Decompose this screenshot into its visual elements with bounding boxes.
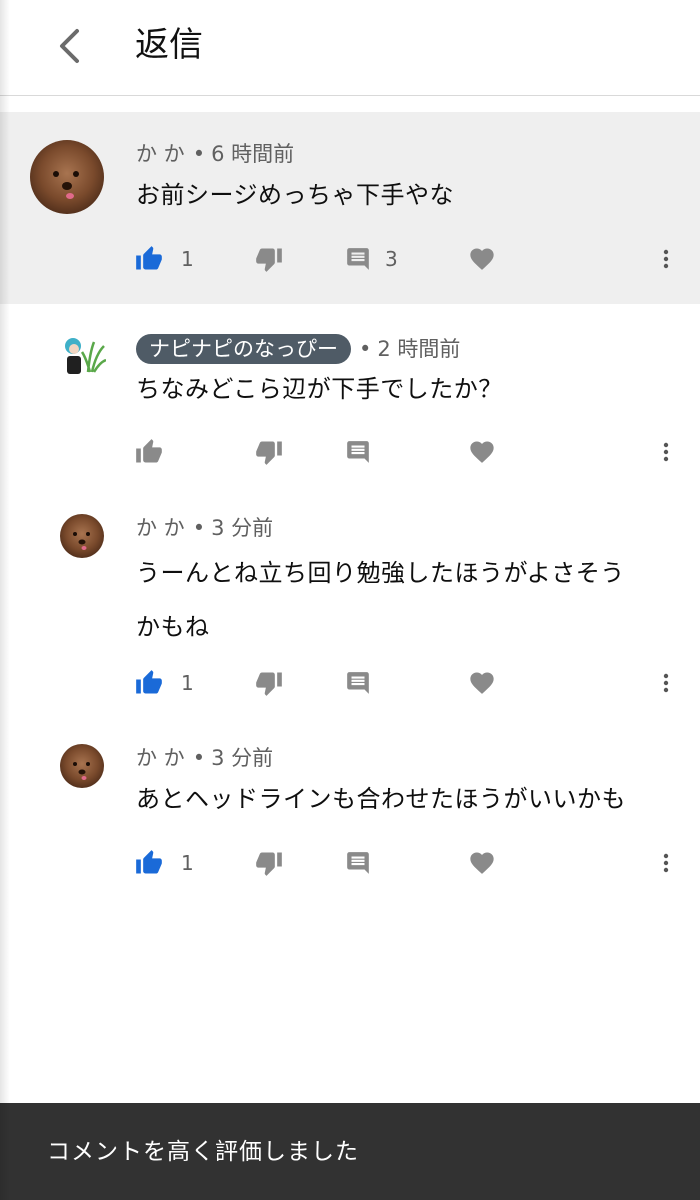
heart-icon — [468, 849, 496, 877]
separator: • — [359, 337, 372, 361]
timestamp: 6 時間前 — [211, 142, 295, 166]
comment-text-line: あとヘッドラインも合わせたほうがいいかも — [136, 785, 626, 813]
thumbs-down-icon — [255, 245, 283, 273]
reply-button[interactable] — [345, 432, 371, 472]
reply-item: か か • 3 分前 うーんとね立ち回り勉強したほうがよさそう かもね 1 — [0, 494, 700, 734]
thumbs-up-icon — [135, 438, 163, 466]
comment-text: あとヘッドラインも合わせたほうがいいかも — [136, 776, 676, 822]
heart-icon — [468, 245, 496, 273]
more-vert-icon — [654, 438, 678, 466]
reply-count: 3 — [385, 247, 398, 271]
comment-text-line: お前シージめっちゃ下手やな — [136, 181, 455, 209]
timestamp: 3 分前 — [211, 746, 274, 770]
reply-button[interactable] — [345, 663, 371, 703]
author-name[interactable]: か か — [136, 139, 185, 169]
like-count: 1 — [181, 851, 194, 875]
arrow-back-icon — [60, 29, 79, 63]
header: 返信 — [0, 0, 700, 96]
page-title: 返信 — [135, 25, 203, 65]
author-name[interactable]: か か — [136, 513, 185, 543]
dislike-button[interactable] — [255, 239, 283, 279]
like-button[interactable] — [135, 432, 163, 472]
comment-text-line: ちなみどこら辺が下手でしたか？ — [136, 375, 503, 403]
heart-button[interactable] — [468, 663, 496, 703]
comment-meta: か か • 3 分前 — [136, 513, 273, 543]
comment-icon — [345, 670, 371, 696]
action-bar: 1 3 — [0, 239, 700, 279]
snackbar: コメントを高く評価しました — [0, 1103, 700, 1200]
author-name-chip[interactable]: ナピナピのなっぴー — [136, 334, 351, 364]
like-button[interactable]: 1 — [135, 239, 194, 279]
more-vert-icon — [654, 669, 678, 697]
heart-icon — [468, 438, 496, 466]
comment-text: ちなみどこら辺が下手でしたか？ — [136, 366, 676, 412]
action-bar: 1 — [0, 663, 700, 703]
comment-icon — [345, 439, 371, 465]
comment-meta: か か • 3 分前 — [136, 743, 273, 773]
thumbs-up-icon — [135, 245, 163, 273]
more-vert-icon — [654, 849, 678, 877]
comment-thread-top: か か • 6 時間前 お前シージめっちゃ下手やな 1 3 — [0, 112, 700, 304]
heart-button[interactable] — [468, 432, 496, 472]
timestamp: 2 時間前 — [377, 337, 461, 361]
avatar[interactable] — [60, 744, 104, 788]
avatar[interactable] — [60, 514, 104, 558]
more-options-button[interactable] — [652, 239, 680, 279]
like-button[interactable]: 1 — [135, 663, 194, 703]
dislike-button[interactable] — [255, 663, 283, 703]
thumbs-up-icon — [135, 849, 163, 877]
avatar[interactable] — [60, 332, 107, 378]
more-options-button[interactable] — [652, 663, 680, 703]
timestamp: 3 分前 — [211, 516, 274, 540]
heart-button[interactable] — [468, 843, 496, 883]
thumbs-down-icon — [255, 438, 283, 466]
heart-icon — [468, 669, 496, 697]
like-count: 1 — [181, 671, 194, 695]
more-vert-icon — [654, 245, 678, 273]
like-button[interactable]: 1 — [135, 843, 194, 883]
comment-text: お前シージめっちゃ下手やな — [136, 172, 676, 218]
separator: • — [192, 142, 206, 166]
reply-button[interactable]: 3 — [345, 239, 398, 279]
more-options-button[interactable] — [652, 432, 680, 472]
comment-icon — [345, 246, 371, 272]
heart-button[interactable] — [468, 239, 496, 279]
action-bar — [0, 432, 700, 472]
comment-icon — [345, 850, 371, 876]
comment-meta: ナピナピのなっぴー • 2 時間前 — [136, 334, 460, 364]
more-options-button[interactable] — [652, 843, 680, 883]
separator: • — [192, 746, 206, 770]
author-name[interactable]: か か — [136, 743, 185, 773]
separator: • — [192, 516, 206, 540]
thumbs-down-icon — [255, 849, 283, 877]
dislike-button[interactable] — [255, 843, 283, 883]
thumbs-down-icon — [255, 669, 283, 697]
snackbar-message: コメントを高く評価しました — [47, 1139, 359, 1165]
comment-text: うーんとね立ち回り勉強したほうがよさそう かもね — [136, 546, 676, 654]
reply-item: ナピナピのなっぴー • 2 時間前 ちなみどこら辺が下手でしたか？ — [0, 304, 700, 494]
comment-meta: か か • 6 時間前 — [136, 139, 294, 169]
reply-item: か か • 3 分前 あとヘッドラインも合わせたほうがいいかも 1 — [0, 734, 700, 904]
action-bar: 1 — [0, 843, 700, 883]
comment-text-line: かもね — [136, 613, 210, 641]
back-button[interactable] — [50, 24, 86, 68]
dislike-button[interactable] — [255, 432, 283, 472]
thumbs-up-icon — [135, 669, 163, 697]
avatar[interactable] — [30, 140, 104, 214]
like-count: 1 — [181, 247, 194, 271]
reply-button[interactable] — [345, 843, 371, 883]
comment-text-line: うーんとね立ち回り勉強したほうがよさそう — [136, 559, 625, 587]
